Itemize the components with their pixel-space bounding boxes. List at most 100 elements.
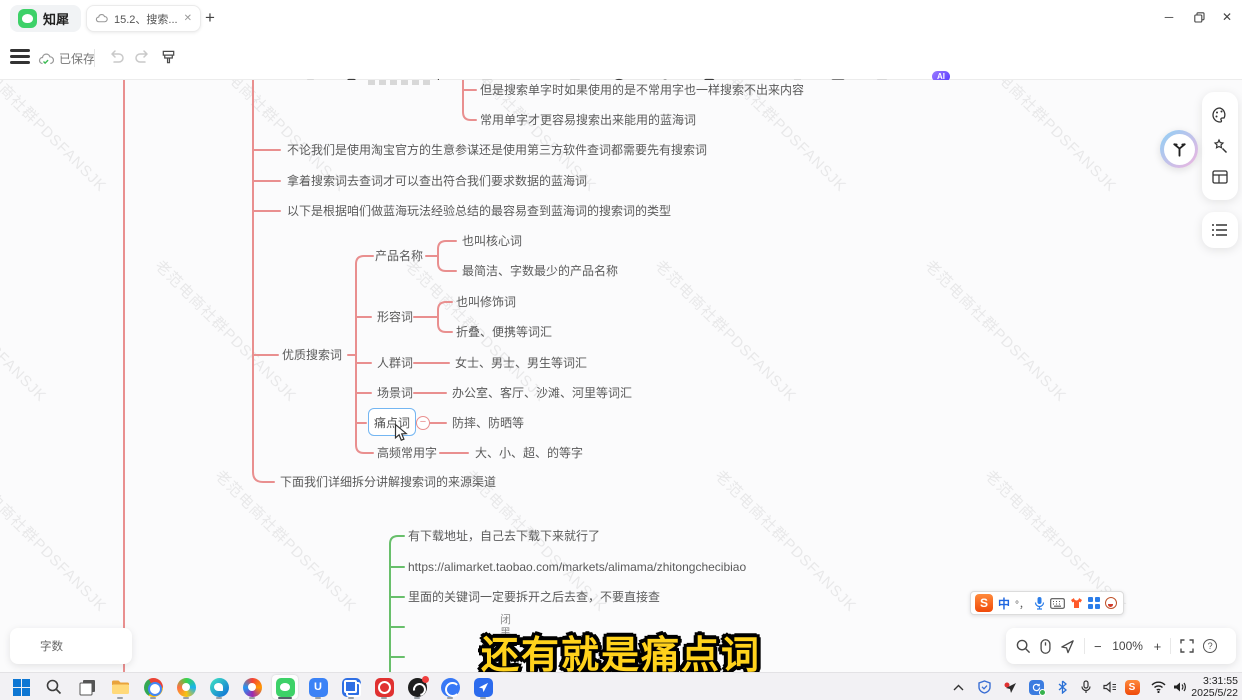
node-text[interactable]: 场景词 bbox=[377, 384, 413, 402]
tray-shield-icon[interactable] bbox=[972, 675, 996, 699]
save-status: 已保存 bbox=[38, 50, 95, 67]
node-text[interactable]: 也叫修饰词 bbox=[456, 293, 516, 311]
browser-360-icon[interactable] bbox=[173, 675, 199, 699]
file-explorer-icon[interactable] bbox=[107, 675, 133, 699]
ime-skin-icon[interactable] bbox=[1070, 597, 1083, 609]
tray-bluetooth-icon[interactable] bbox=[1050, 675, 1074, 699]
windows-taskbar: U S 3:31:55 2025/5/22 bbox=[0, 672, 1242, 700]
tray-wifi-icon[interactable] bbox=[1146, 675, 1170, 699]
saved-label: 已保存 bbox=[59, 50, 95, 67]
branch-lines bbox=[0, 80, 1242, 672]
red-o-app-icon[interactable] bbox=[371, 675, 397, 699]
blue-plane-app-icon[interactable] bbox=[470, 675, 496, 699]
tray-date: 2025/5/22 bbox=[1176, 687, 1238, 699]
node-text[interactable]: 折叠、便携等词汇 bbox=[456, 323, 552, 341]
menu-icon[interactable] bbox=[10, 49, 30, 65]
node-text[interactable]: 最简洁、字数最少的产品名称 bbox=[462, 262, 618, 280]
obs-icon[interactable] bbox=[404, 675, 430, 699]
style-panel bbox=[1202, 92, 1238, 200]
taskbar-clock[interactable]: 3:31:55 2025/5/22 bbox=[1176, 675, 1238, 699]
node-text[interactable]: 形容词 bbox=[377, 308, 413, 326]
new-tab-button[interactable]: + bbox=[198, 6, 222, 30]
zhixi-logo-icon bbox=[18, 9, 37, 28]
divider bbox=[1084, 638, 1085, 654]
search-icon[interactable] bbox=[1016, 639, 1031, 654]
app-name: 知犀 bbox=[43, 9, 69, 28]
node-text[interactable]: 大、小、超、的等字 bbox=[475, 444, 583, 462]
word-count-label: 字数 bbox=[40, 638, 63, 654]
chrome-icon[interactable] bbox=[140, 675, 166, 699]
video-subtitle: 还有就是痛点词 bbox=[481, 624, 761, 672]
node-text[interactable]: 高频常用字 bbox=[377, 444, 437, 462]
zoom-out-button[interactable]: − bbox=[1094, 639, 1102, 654]
collapse-button[interactable]: − bbox=[416, 416, 430, 430]
node-text[interactable]: 不论我们是使用淘宝官方的生意参谋还是使用第三方软件查词都需要先有搜索词 bbox=[287, 141, 707, 159]
tray-sogou-icon[interactable]: S bbox=[1120, 675, 1144, 699]
node-quality-parent[interactable]: 优质搜索词 bbox=[282, 346, 342, 364]
format-painter-icon[interactable] bbox=[160, 49, 177, 71]
sogou-logo-icon[interactable]: S bbox=[975, 594, 993, 612]
fullscreen-icon[interactable] bbox=[1180, 639, 1194, 653]
zhixi-app-icon[interactable] bbox=[272, 675, 298, 699]
window-close-button[interactable]: ✕ bbox=[1210, 0, 1242, 34]
canvas-controls: − 100% + ? bbox=[1006, 628, 1236, 664]
tab-close-icon[interactable]: ✕ bbox=[184, 13, 192, 24]
word-count-card: 字数 bbox=[10, 628, 132, 664]
ime-emoji-icon[interactable] bbox=[1105, 597, 1117, 609]
ime-punctuation-toggle[interactable]: °， bbox=[1015, 596, 1029, 611]
zhixi-ai-logo-icon bbox=[1164, 134, 1195, 165]
tray-update-app-icon[interactable] bbox=[1024, 675, 1048, 699]
ai-assistant-button[interactable] bbox=[1160, 130, 1198, 168]
locate-icon[interactable] bbox=[1060, 639, 1075, 654]
node-text[interactable]: 有下载地址，自己去下载下来就行了 bbox=[408, 527, 600, 545]
node-text[interactable]: 里面的关键词一定要拆开之后去查，不要直接查 bbox=[408, 588, 660, 606]
start-button[interactable] bbox=[8, 675, 34, 699]
node-text[interactable]: 办公室、客厅、沙滩、河里等词汇 bbox=[452, 384, 632, 402]
node-text[interactable]: 下面我们详细拆分讲解搜索词的来源渠道 bbox=[280, 473, 496, 491]
node-text[interactable]: 防摔、防晒等 bbox=[452, 414, 524, 432]
drag-mode-icon[interactable] bbox=[1040, 639, 1051, 654]
help-button[interactable]: ? bbox=[1203, 639, 1217, 653]
squares-app-icon[interactable] bbox=[338, 675, 364, 699]
divider bbox=[94, 49, 95, 67]
node-text[interactable]: 女士、男士、男生等词汇 bbox=[455, 354, 587, 372]
theme-palette-icon[interactable] bbox=[1211, 106, 1229, 124]
tray-speaker-device-icon[interactable] bbox=[1098, 675, 1122, 699]
tray-mic-icon[interactable] bbox=[1074, 675, 1098, 699]
title-bar: 知犀 15.2、搜索... ✕ + ─ ✕ bbox=[0, 0, 1242, 36]
zoom-in-button[interactable]: + bbox=[1154, 639, 1162, 654]
outline-list-icon[interactable] bbox=[1211, 222, 1229, 238]
node-text[interactable]: 但是搜索单字时如果使用的是不常用字也一样搜索不出来内容 bbox=[480, 81, 804, 99]
tray-expand-icon[interactable] bbox=[946, 675, 970, 699]
node-text[interactable]: 人群词 bbox=[377, 354, 413, 372]
node-text[interactable]: 也叫核心词 bbox=[462, 232, 522, 250]
node-text[interactable]: 常用单字才更容易搜索出来能用的蓝海词 bbox=[480, 111, 696, 129]
u-app-icon[interactable]: U bbox=[305, 675, 331, 699]
browser-colorful-icon[interactable] bbox=[239, 675, 265, 699]
document-tab[interactable]: 15.2、搜索... ✕ bbox=[86, 5, 201, 32]
ime-language-toggle[interactable]: 中 bbox=[998, 595, 1010, 612]
node-text[interactable]: 拿着搜索词去查词才可以查出符合我们要求数据的蓝海词 bbox=[287, 172, 587, 190]
redo-icon[interactable] bbox=[134, 49, 151, 70]
divider bbox=[1170, 638, 1171, 654]
node-text[interactable]: 以下是根据咱们做蓝海玩法经验总结的最容易查到蓝海词的搜索词的类型 bbox=[287, 202, 671, 220]
node-url[interactable]: https://alimarket.taobao.com/markets/ali… bbox=[408, 558, 746, 576]
task-view-icon[interactable] bbox=[74, 675, 100, 699]
zoom-level: 100% bbox=[1111, 639, 1145, 653]
node-text[interactable]: 产品名称 bbox=[375, 247, 423, 265]
undo-icon[interactable] bbox=[108, 49, 125, 70]
mindmap-canvas[interactable]: 老范电商社群PDSFANSJK 老范电商社群PDSFANSJK 老范电商社群PD… bbox=[0, 80, 1242, 672]
window-minimize-button[interactable]: ─ bbox=[1152, 0, 1186, 34]
magic-wand-icon[interactable] bbox=[1211, 137, 1229, 155]
ime-mic-icon[interactable] bbox=[1034, 596, 1045, 610]
tray-plane-icon[interactable] bbox=[998, 675, 1022, 699]
ime-toolbar: S 中 °， bbox=[970, 591, 1124, 615]
taskbar-search-icon[interactable] bbox=[41, 675, 67, 699]
edge-icon[interactable] bbox=[206, 675, 232, 699]
layout-icon[interactable] bbox=[1211, 168, 1229, 186]
mouse-cursor bbox=[394, 424, 409, 442]
blue-circle-app-icon[interactable] bbox=[437, 675, 463, 699]
ime-keyboard-icon[interactable] bbox=[1050, 598, 1065, 609]
app-button[interactable]: 知犀 bbox=[10, 5, 81, 32]
ime-toolbox-icon[interactable] bbox=[1088, 597, 1100, 609]
